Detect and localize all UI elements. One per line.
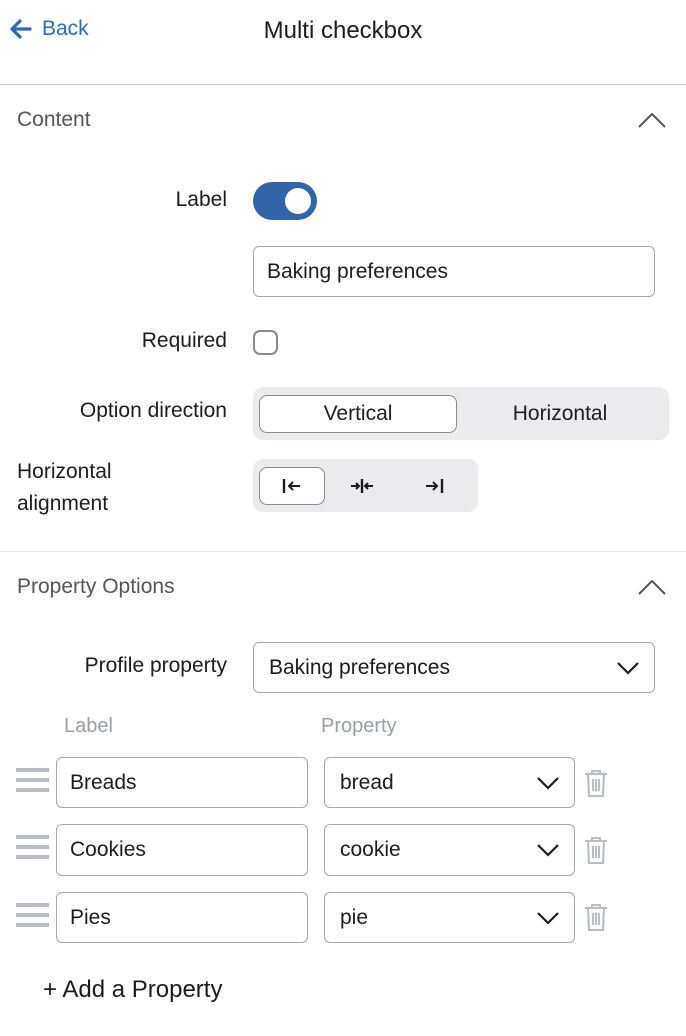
drag-handle-icon[interactable] bbox=[16, 903, 49, 933]
option-property-select[interactable]: cookie bbox=[324, 824, 575, 876]
label-toggle[interactable] bbox=[253, 182, 317, 220]
option-property-value: cookie bbox=[340, 838, 401, 861]
profile-property-select[interactable]: Baking preferences bbox=[253, 642, 655, 693]
trash-icon[interactable] bbox=[583, 835, 609, 865]
chevron-up-icon[interactable] bbox=[637, 110, 667, 130]
align-center-button[interactable] bbox=[325, 467, 399, 505]
option-vertical[interactable]: Vertical bbox=[259, 394, 457, 433]
column-header-property: Property bbox=[321, 715, 397, 737]
chevron-down-icon bbox=[537, 776, 559, 790]
property-section-header[interactable]: Property Options bbox=[17, 575, 667, 599]
option-property-select[interactable]: pie bbox=[324, 892, 575, 943]
option-label-input[interactable]: Breads bbox=[56, 757, 308, 808]
horizontal-alignment-label-line2: alignment bbox=[17, 492, 109, 515]
align-left-icon bbox=[282, 478, 300, 493]
align-center-icon bbox=[351, 478, 373, 493]
align-right-button[interactable] bbox=[399, 467, 469, 505]
section-title-property-options: Property Options bbox=[17, 575, 175, 598]
page-title: Multi checkbox bbox=[263, 17, 423, 44]
option-direction-control: Vertical Horizontal bbox=[253, 387, 669, 440]
horizontal-alignment-control bbox=[253, 459, 478, 512]
required-checkbox[interactable] bbox=[253, 330, 278, 355]
column-header-label: Label bbox=[64, 715, 113, 737]
chevron-down-icon bbox=[537, 911, 559, 925]
trash-icon[interactable] bbox=[583, 768, 609, 798]
chevron-down-icon bbox=[617, 661, 639, 675]
align-left-button[interactable] bbox=[259, 466, 325, 505]
toggle-knob bbox=[285, 188, 311, 214]
drag-handle-icon[interactable] bbox=[16, 835, 49, 865]
label-text-input[interactable]: Baking preferences bbox=[253, 246, 655, 297]
label-toggle-label: Label bbox=[175, 188, 227, 211]
option-label-input[interactable]: Cookies bbox=[56, 824, 308, 876]
option-horizontal[interactable]: Horizontal bbox=[457, 395, 663, 433]
add-property-button[interactable]: + Add a Property bbox=[43, 976, 222, 1004]
align-right-icon bbox=[426, 478, 444, 493]
content-section-header[interactable]: Content bbox=[17, 108, 667, 132]
horizontal-alignment-label-line1: Horizontal bbox=[17, 460, 112, 483]
section-divider bbox=[0, 551, 686, 552]
profile-property-label: Profile property bbox=[84, 654, 227, 677]
horizontal-alignment-label: Horizontal alignment bbox=[17, 456, 112, 520]
option-property-value: pie bbox=[340, 905, 369, 929]
trash-icon[interactable] bbox=[583, 902, 609, 932]
option-direction-label: Option direction bbox=[79, 399, 227, 422]
profile-property-value: Baking preferences bbox=[269, 655, 450, 679]
option-property-value: bread bbox=[340, 770, 394, 794]
option-property-select[interactable]: bread bbox=[324, 757, 575, 808]
chevron-up-icon[interactable] bbox=[637, 577, 667, 597]
option-label-input[interactable]: Pies bbox=[56, 892, 308, 943]
drag-handle-icon[interactable] bbox=[16, 768, 49, 798]
required-label: Required bbox=[141, 329, 227, 352]
section-title-content: Content bbox=[17, 108, 91, 131]
chevron-down-icon bbox=[537, 844, 559, 857]
header: Back Multi checkbox bbox=[0, 0, 686, 85]
